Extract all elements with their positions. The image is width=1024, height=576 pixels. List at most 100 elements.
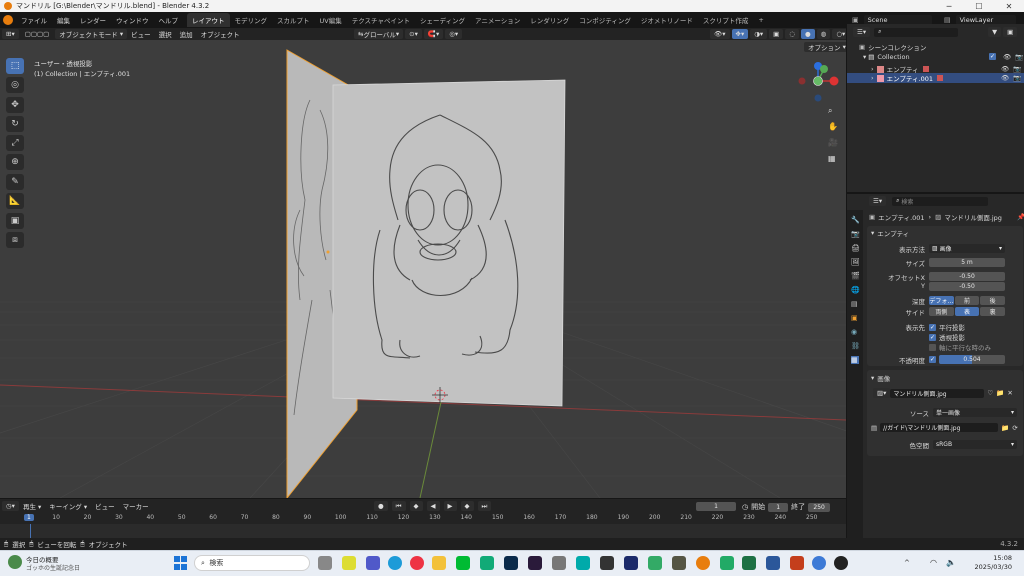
reload-icon[interactable]: ⟳ [1012, 424, 1017, 432]
show-ortho-checkbox[interactable]: ✓ 平行投影 [929, 322, 965, 332]
minimize-button[interactable]: ─ [934, 0, 964, 12]
menu-playback[interactable]: 再生 ▾ [19, 501, 45, 511]
tab-scripting[interactable]: スクリプト作成 [698, 13, 754, 27]
menu-edit[interactable]: 編集 [52, 15, 75, 25]
windows-start-icon[interactable] [174, 556, 188, 570]
auto-key-button[interactable]: ● [374, 501, 388, 511]
mode-selector[interactable]: オブジェクトモード ▾ [55, 29, 128, 39]
menu-timeline-view[interactable]: ビュー [91, 501, 119, 511]
eye-icon[interactable]: 👁 [1001, 65, 1009, 73]
gizmo-button[interactable]: ✥▾ [731, 29, 749, 39]
folder-icon[interactable]: 📁 [1001, 424, 1009, 432]
app-icon-4[interactable] [576, 556, 590, 570]
data-tab-icon[interactable]: ▦ [851, 356, 859, 364]
next-keyframe-button[interactable]: ◆ [460, 501, 474, 511]
prev-keyframe-button[interactable]: ◆ [409, 501, 423, 511]
edge-icon[interactable] [388, 556, 402, 570]
eye-icon[interactable]: 👁 [1003, 53, 1011, 61]
options-button[interactable]: オプション ▾ [804, 42, 846, 52]
snap-button[interactable]: 🧲▾ [423, 29, 444, 39]
tray-chevron-icon[interactable]: ^ [904, 559, 910, 567]
tab-sculpt[interactable]: スカルプト [272, 13, 315, 27]
end-frame-field[interactable]: 250 [808, 502, 831, 512]
camera-icon[interactable]: 📷 [1015, 53, 1023, 61]
task-view-icon[interactable] [318, 556, 332, 570]
select-mode-icons[interactable]: ▢▢▢▢ [21, 29, 54, 39]
outliner-display-mode[interactable]: ☰▾ [853, 27, 871, 37]
weather-icon[interactable] [8, 555, 22, 569]
taskbar-search[interactable]: ⌕ 検索 [194, 555, 310, 571]
properties-search[interactable]: ⌕ 検索 [892, 196, 989, 206]
editor-type-button[interactable]: ⊞▾ [2, 29, 19, 39]
navigation-gizmo[interactable] [794, 62, 842, 114]
volume-icon[interactable]: 🔈 [946, 558, 956, 567]
overlay-button[interactable]: ◑▾ [750, 29, 768, 39]
filter-button[interactable]: ▼ [988, 27, 1002, 37]
image-browse-button[interactable]: ▨▾ [873, 388, 891, 398]
depth-back-option[interactable]: 後 [980, 296, 1006, 305]
world-tab-icon[interactable]: 🌐 [851, 286, 860, 294]
add-cube-tool[interactable]: ▣ [6, 213, 24, 229]
app-icon-9[interactable] [720, 556, 734, 570]
tab-uv-editing[interactable]: UV編集 [315, 13, 347, 27]
current-frame-field[interactable]: 1 [696, 502, 736, 511]
chevron-down-icon[interactable]: ▾ [871, 374, 874, 382]
news-subtitle[interactable]: ゴッホの生誕記念日 [26, 563, 80, 572]
tab-compositing[interactable]: コンポジティング [574, 13, 636, 27]
clock-date[interactable]: 2025/03/30 [972, 563, 1012, 571]
play-button[interactable]: ▶ [443, 501, 457, 511]
timeline-ruler[interactable]: 1 10 20 30 40 50 60 70 80 90 100 110 120 130 140 150 160… [0, 512, 846, 524]
side-both-option[interactable]: 両側 [929, 307, 954, 316]
blender-menu-icon[interactable] [3, 15, 13, 25]
show-persp-checkbox[interactable]: ✓ 透視投影 [929, 332, 965, 342]
depth-default-option[interactable]: デフォ… [929, 296, 954, 305]
jump-start-button[interactable]: ⏮ [391, 501, 406, 511]
tool-tab-icon[interactable]: 🔧 [851, 216, 860, 224]
transform-tool[interactable]: ⊕ [6, 154, 24, 170]
menu-window[interactable]: ウィンドウ [111, 15, 154, 25]
scale-tool[interactable]: ⤢ [6, 135, 24, 151]
menu-render[interactable]: レンダー [75, 15, 111, 25]
depth-front-option[interactable]: 前 [954, 296, 980, 305]
offset-x-field[interactable]: -0.50 [929, 272, 1005, 281]
pivot-point-button[interactable]: ⊙▾ [405, 29, 422, 39]
app-icon-6[interactable] [624, 556, 638, 570]
network-icon[interactable]: ◠ [930, 558, 937, 567]
3d-viewport[interactable]: ユーザー・透視投影 (1) Collection | エンプティ.001 オプシ… [0, 40, 846, 498]
shading-wireframe[interactable]: ◌ [785, 29, 799, 39]
collection-checkbox[interactable]: ✓ [989, 53, 996, 60]
tab-geometry-nodes[interactable]: ジオメトリノード [636, 13, 698, 27]
camera-icon[interactable]: 📷 [1013, 74, 1021, 82]
physics-tab-icon[interactable]: ◉ [851, 328, 859, 336]
chrome-icon[interactable] [410, 556, 424, 570]
filepath-field[interactable]: //ガイド\マンドリル側面.jpg [880, 423, 999, 432]
menu-file[interactable]: ファイル [16, 15, 52, 25]
size-field[interactable]: 5 m [929, 258, 1005, 267]
menu-view[interactable]: ビュー [127, 29, 155, 39]
chevron-down-icon[interactable]: ▾ [871, 229, 874, 237]
zoom-button[interactable]: ⌕ [828, 106, 832, 116]
offset-y-field[interactable]: -0.50 [929, 282, 1005, 291]
word-icon[interactable] [766, 556, 780, 570]
ortho-toggle-button[interactable]: ▦ [828, 154, 836, 163]
app-icon-10[interactable] [812, 556, 826, 570]
app-icon-3[interactable] [552, 556, 566, 570]
app-icon-5[interactable] [600, 556, 614, 570]
tab-shading[interactable]: シェーディング [415, 13, 470, 27]
app-icon-7[interactable] [648, 556, 662, 570]
constraints-tab-icon[interactable]: ⛓ [851, 342, 860, 350]
show-axis-aligned-checkbox[interactable]: 軸に平行な時のみ [929, 342, 991, 352]
unlink-icon[interactable]: ✕ [1007, 389, 1012, 397]
move-tool[interactable]: ✥ [6, 97, 24, 113]
premiere-icon[interactable] [528, 556, 542, 570]
tab-layout[interactable]: レイアウト [187, 13, 230, 27]
maximize-button[interactable]: ☐ [964, 0, 994, 12]
outliner-item-collection[interactable]: ▾ ▤ Collection ✓ 👁 📷 [863, 53, 1023, 61]
scene-tab-icon[interactable]: 🎬 [851, 272, 860, 280]
app-icon-2[interactable] [480, 556, 494, 570]
render-tab-icon[interactable]: 📷 [851, 230, 860, 238]
menu-object[interactable]: オブジェクト [197, 29, 244, 39]
tab-texture-paint[interactable]: テクスチャペイント [347, 13, 415, 27]
side-front-option[interactable]: 表 [954, 307, 980, 316]
transform-orientation[interactable]: ⇆ グローバル ▾ [354, 29, 404, 39]
